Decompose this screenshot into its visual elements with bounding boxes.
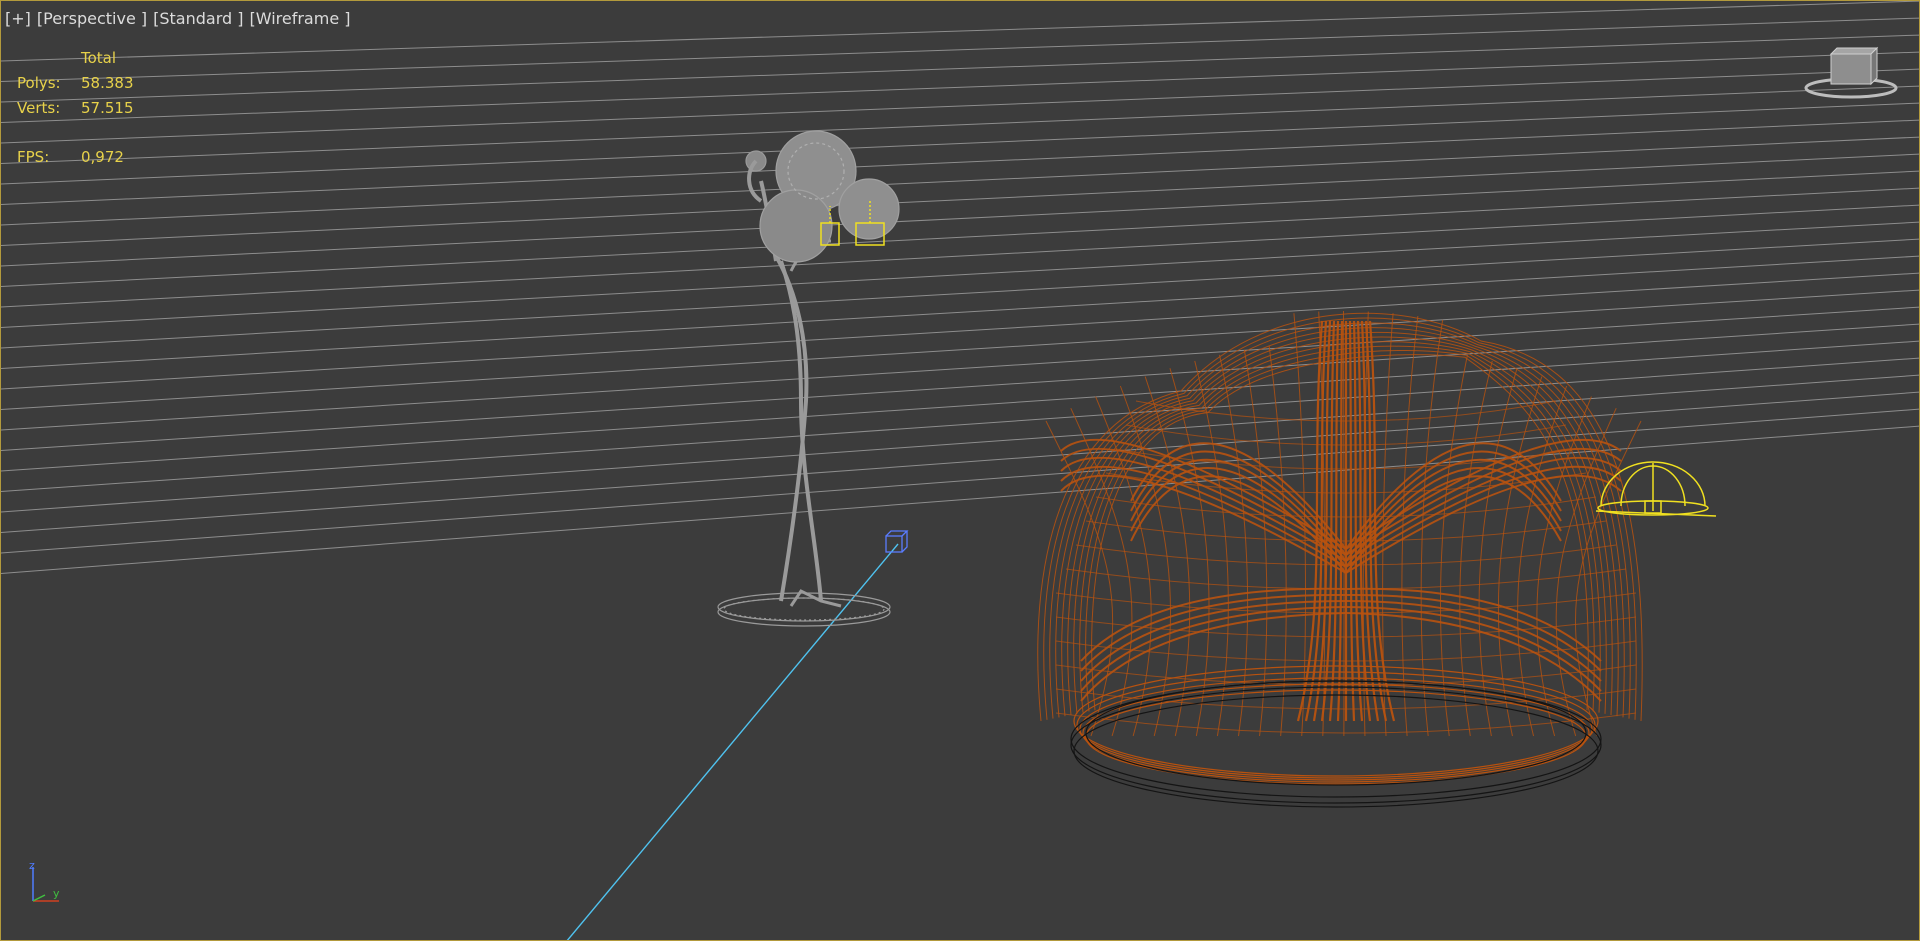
camera-target-icon[interactable] — [885, 530, 909, 553]
seat-ring — [1076, 671, 1596, 779]
stats-verts-value: 57.515 — [81, 98, 134, 117]
stats-verts-label: Verts: — [17, 98, 61, 117]
viewport-plus-menu[interactable]: [+] — [5, 9, 31, 28]
viewport-shading-standard-menu[interactable]: [Standard ] — [153, 9, 243, 28]
wire-edge — [1219, 354, 1249, 737]
wire-edge — [1243, 349, 1268, 737]
grid-line — [1, 85, 1919, 164]
viewport-point-of-view-menu[interactable]: [Perspective ] — [37, 9, 147, 28]
grid-line — [1, 221, 1919, 328]
camera-target-line — [566, 543, 899, 940]
grid-line — [1, 289, 1919, 410]
grid-line — [1, 340, 1919, 472]
axis-tripod-icon: z y — [29, 861, 60, 902]
grid-line — [1, 51, 1919, 123]
grid-line — [1, 119, 1919, 205]
axis-z-label: z — [29, 861, 35, 872]
stats-polys-row: Polys: 58.383 — [17, 70, 134, 95]
viewport-label-menu: [+] [Perspective ] [Standard ] [Wireframe ] — [5, 9, 356, 28]
grid-line — [1, 425, 1919, 574]
scene-canvas[interactable] — [1, 1, 1920, 941]
statistics-overlay: Total Polys: 58.383 Verts: 57.515 FPS: 0… — [17, 45, 134, 169]
home-grid — [1, 1, 1919, 574]
grid-line — [1, 374, 1919, 513]
grid-line — [1, 306, 1919, 431]
stats-header-row: Total — [17, 45, 134, 70]
stats-fps-value: 0,972 — [81, 147, 124, 166]
wire-edge — [1268, 345, 1287, 737]
grid-line — [1, 323, 1919, 451]
stats-polys-label: Polys: — [17, 73, 61, 92]
grid-line — [1, 136, 1919, 226]
grid-line — [1, 187, 1919, 287]
viewcube-icon[interactable] — [1799, 46, 1899, 106]
grid-line — [1, 255, 1919, 369]
grid-line — [1, 170, 1919, 267]
grid-line — [1, 102, 1919, 185]
grid-line — [1, 238, 1919, 349]
grid-line — [1, 34, 1919, 103]
stats-verts-row: Verts: 57.515 — [17, 95, 134, 120]
stats-fps-label: FPS: — [17, 147, 50, 166]
grid-line — [1, 357, 1919, 492]
light-icon[interactable] — [1595, 461, 1717, 517]
seat-ring — [1073, 665, 1599, 777]
stats-polys-value: 58.383 — [81, 73, 134, 92]
grid-line — [1, 272, 1919, 390]
armchair-wireframe[interactable] — [1037, 310, 1643, 785]
viewport-shading-wireframe-menu[interactable]: [Wireframe ] — [249, 9, 350, 28]
seat-ring — [1079, 677, 1593, 781]
axis-y-label: y — [53, 887, 60, 900]
grid-line — [1, 204, 1919, 308]
grid-line — [1, 153, 1919, 246]
stats-fps-row: FPS: 0,972 — [17, 144, 134, 169]
stats-header: Total — [81, 48, 117, 67]
grid-line — [1, 68, 1919, 144]
grid-line — [1, 391, 1919, 533]
perspective-viewport[interactable]: [+] [Perspective ] [Standard ] [Wireframe ]… — [0, 0, 1920, 941]
